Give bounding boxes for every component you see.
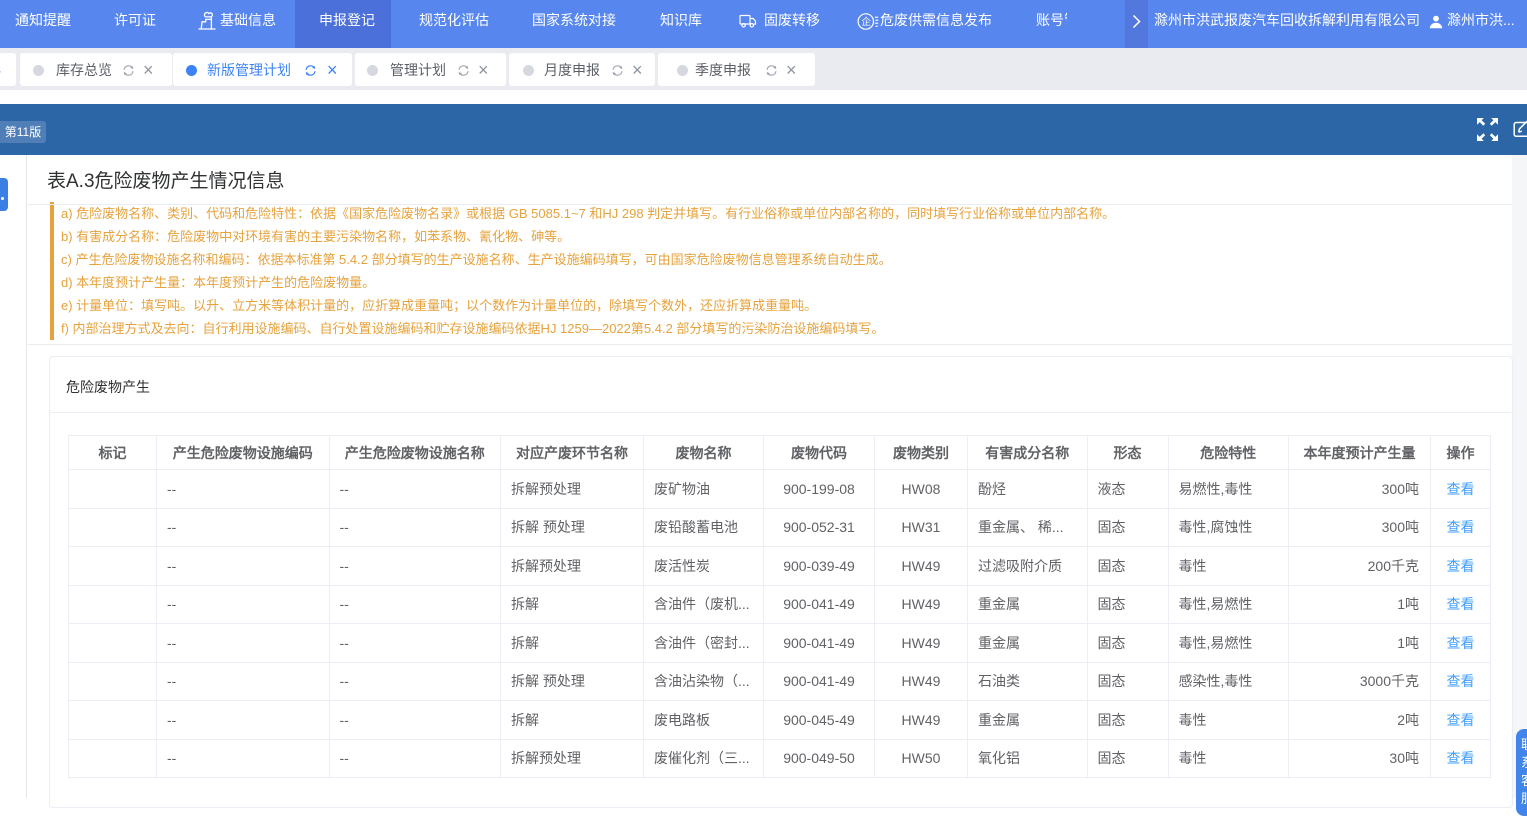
svg-text:企: 企: [861, 16, 871, 28]
